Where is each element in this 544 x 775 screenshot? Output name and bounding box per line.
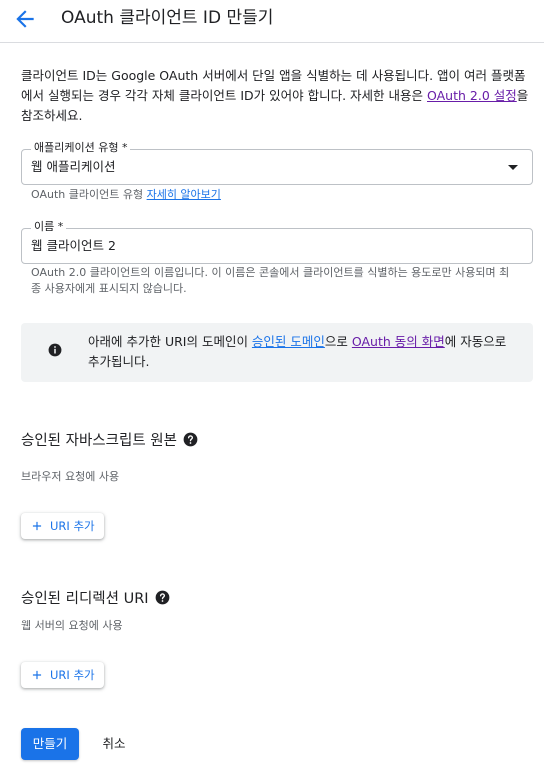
- app-type-hint-text: OAuth 클라이언트 유형: [31, 188, 147, 201]
- add-uri-label: URI 추가: [50, 668, 95, 682]
- name-input[interactable]: 이름 * 웹 클라이언트 2: [21, 220, 533, 264]
- add-redirect-uri-button[interactable]: URI 추가: [21, 662, 104, 688]
- js-origins-title-text: 승인된 자바스크립트 원본: [21, 433, 177, 449]
- arrow-back-icon[interactable]: [12, 6, 38, 32]
- help-icon[interactable]: [183, 432, 198, 447]
- app-type-select[interactable]: 애플리케이션 유형 * 웹 애플리케이션: [21, 141, 533, 185]
- cancel-button[interactable]: 취소: [92, 728, 136, 760]
- plus-icon: [32, 521, 42, 531]
- info-text-2: 으로: [324, 334, 352, 349]
- intro-text: 클라이언트 ID는 Google OAuth 서버에서 단일 앱을 식별하는 데…: [21, 66, 531, 126]
- info-text: 아래에 추가한 URI의 도메인이 승인된 도메인으로 OAuth 동의 화면에…: [88, 332, 518, 372]
- authorized-domains-link[interactable]: 승인된 도메인: [252, 334, 325, 349]
- learn-more-link[interactable]: 자세히 알아보기: [147, 188, 221, 201]
- consent-screen-link[interactable]: OAuth 동의 화면: [352, 334, 445, 349]
- add-js-origin-button[interactable]: URI 추가: [21, 513, 104, 539]
- app-type-hint: OAuth 클라이언트 유형 자세히 알아보기: [31, 187, 516, 203]
- info-text-1: 아래에 추가한 URI의 도메인이: [88, 334, 252, 349]
- name-label: 이름 *: [31, 220, 67, 234]
- plus-icon: [32, 670, 42, 680]
- js-origins-title: 승인된 자바스크립트 원본: [21, 430, 198, 452]
- app-type-value: 웹 애플리케이션: [31, 159, 116, 174]
- page-header: OAuth 클라이언트 ID 만들기: [0, 0, 544, 43]
- name-hint: OAuth 2.0 클라이언트의 이름입니다. 이 이름은 콘솔에서 클라이언트…: [31, 266, 510, 295]
- help-icon[interactable]: [155, 590, 170, 605]
- add-uri-label: URI 추가: [50, 519, 95, 533]
- redirect-uris-desc: 웹 서버의 요청에 사용: [21, 619, 123, 632]
- name-value: 웹 클라이언트 2: [31, 238, 116, 253]
- js-origins-desc: 브라우저 요청에 사용: [21, 470, 120, 483]
- create-button[interactable]: 만들기: [21, 728, 79, 760]
- app-type-label: 애플리케이션 유형 *: [31, 141, 131, 155]
- page-title: OAuth 클라이언트 ID 만들기: [61, 8, 274, 28]
- info-banner: 아래에 추가한 URI의 도메인이 승인된 도메인으로 OAuth 동의 화면에…: [21, 323, 533, 382]
- dropdown-arrow-icon: [508, 165, 518, 170]
- info-icon: [48, 343, 62, 357]
- redirect-uris-title-text: 승인된 리디렉션 URI: [21, 591, 149, 607]
- oauth-settings-link[interactable]: OAuth 2.0 설정: [427, 88, 517, 103]
- redirect-uris-title: 승인된 리디렉션 URI: [21, 588, 170, 610]
